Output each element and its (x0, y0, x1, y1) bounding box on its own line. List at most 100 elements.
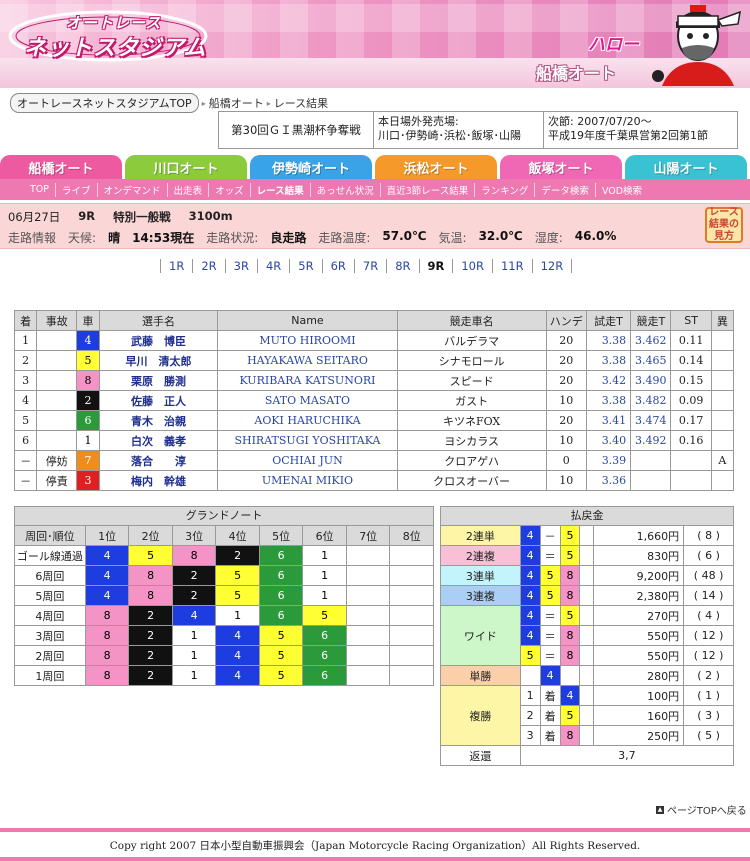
race-link-7R[interactable]: 7R (353, 259, 386, 273)
tab-venue-5[interactable]: 飯塚オート (500, 155, 622, 179)
rider-name-english[interactable]: SATO MASATO (217, 390, 398, 411)
handicap: 20 (545, 330, 587, 351)
breadcrumb-separator-icon: ▸ (201, 98, 206, 108)
venue-title: 船橋オート (536, 64, 617, 83)
arrow-up-icon: ▲ (656, 805, 664, 814)
lap-position-car: 6 (302, 665, 347, 686)
results-guide-button[interactable]: レース結果の見方 (705, 207, 743, 243)
next-meet-name: 平成19年度千葉県営第2回第1節 (548, 129, 708, 142)
subnav-item-10[interactable]: データ検索 (534, 182, 595, 197)
rider-name-english[interactable]: MUTO HIROOMI (217, 330, 398, 351)
rider-name-english[interactable]: UMENAI MIKIO (217, 470, 398, 491)
back-to-top-link[interactable]: ▲ ページTOPへ戻る (656, 802, 747, 817)
payout-car: 4 (519, 625, 541, 646)
race-link-5R[interactable]: 5R (289, 259, 321, 273)
car-number-badge: 5 (76, 350, 100, 371)
rider-name-link[interactable]: 佐藤 正人 (98, 390, 219, 411)
rider-name-link[interactable]: 早川 清太郎 (98, 350, 219, 371)
tab-venue-1[interactable]: 船橋オート (0, 155, 122, 179)
lap-position-car: 1 (171, 625, 217, 646)
empty-cell (579, 645, 595, 666)
rider-name-english[interactable]: AOKI HARUCHIKA (217, 410, 398, 431)
rider-name-link[interactable]: 武藤 博臣 (98, 330, 219, 351)
breadcrumb-current: レース結果 (273, 97, 329, 110)
subnav-item-5[interactable]: オッズ (208, 182, 250, 197)
lap-position-car: 1 (171, 665, 217, 686)
payout-amount: 2,380円 (593, 585, 685, 606)
tab-venue-2[interactable]: 川口オート (125, 155, 247, 179)
lap-position-car: 1 (302, 565, 347, 586)
rider-name-english[interactable]: HAYAKAWA SEITARO (217, 350, 398, 371)
payout-car: 8 (559, 565, 581, 586)
empty-cell (559, 665, 581, 686)
popularity: ( 14 ) (683, 585, 734, 606)
place-rank: 1 (519, 685, 541, 706)
subnav-item-4[interactable]: 出走表 (166, 182, 209, 197)
site-header: オートレース ネットスタジアム ハロー 船橋オート (0, 0, 750, 88)
subnav-item-3[interactable]: オンデマンド (96, 182, 167, 197)
race-link-10R[interactable]: 10R (452, 259, 492, 273)
rider-name-link[interactable]: 落合 淳 (98, 450, 219, 471)
race-link-12R[interactable]: 12R (531, 259, 573, 273)
rider-name-link[interactable]: 白次 義孝 (98, 430, 219, 451)
race-link-4R[interactable]: 4R (256, 259, 289, 273)
grand-note-col-header: 8位 (389, 525, 434, 546)
rider-name-link[interactable]: 青木 治親 (98, 410, 219, 431)
subnav-item-2[interactable]: ライブ (55, 182, 97, 197)
handicap: 0 (545, 450, 587, 471)
lap-position-car: 1 (215, 605, 260, 626)
subnav-item-7[interactable]: あっせん状況 (309, 182, 380, 197)
race-date: 06月27日 (8, 210, 61, 224)
race-link-9R[interactable]: 9R (418, 259, 453, 273)
place-rank: 2 (519, 705, 541, 726)
race-link-8R[interactable]: 8R (386, 259, 418, 273)
bet-symbol: ＝ (539, 625, 561, 646)
breadcrumb-top-link[interactable]: オートレースネットスタジアムTOP (10, 93, 199, 113)
lap-label: 3周回 (14, 625, 86, 646)
lap-position-car: 1 (171, 645, 217, 666)
results-table: 着事故車選手名 Name 競走車名 ハンデ 試走T 競走T ST 異 1 4 武藤 博臣 MUTO … (13, 310, 735, 491)
handicap: 10 (545, 390, 587, 411)
quinella-label: 2連複 (440, 545, 521, 566)
payout-car: 8 (559, 725, 581, 746)
race-link-1R[interactable]: 1R (160, 259, 192, 273)
rider-name-link[interactable]: 梅内 幹雄 (98, 470, 219, 491)
race-link-11R[interactable]: 11R (491, 259, 532, 273)
abnormal-code (710, 430, 735, 451)
start-timing (670, 450, 712, 471)
tab-venue-4[interactable]: 浜松オート (375, 155, 497, 179)
payout-amount: 280円 (593, 665, 685, 686)
subnav-item-6[interactable]: レース結果 (249, 182, 310, 197)
lap-position-car: 6 (258, 585, 304, 606)
breadcrumb-venue-link[interactable]: 船橋オート (209, 95, 264, 111)
lap-position-car: 5 (258, 665, 304, 686)
trial-time: 3.38 (585, 390, 632, 411)
lap-label: ゴール線通過 (14, 545, 86, 566)
table-row: －停責 3 梅内 幹雄 UMENAI MIKIO クロスオーバー 10 3.36 (13, 470, 735, 491)
results-col-header: 選手名 (98, 310, 219, 331)
tab-venue-6[interactable]: 山陽オート (625, 155, 747, 179)
lap-position-car: 2 (171, 565, 217, 586)
rider-name-link[interactable]: 栗原 勝測 (98, 370, 219, 391)
subnav-item-1[interactable]: TOP (24, 184, 55, 195)
race-link-2R[interactable]: 2R (192, 259, 224, 273)
race-link-6R[interactable]: 6R (321, 259, 354, 273)
site-logo[interactable]: オートレース ネットスタジアム (8, 6, 208, 62)
rider-name-english[interactable]: SHIRATSUGI YOSHITAKA (217, 430, 398, 451)
subnav-item-11[interactable]: VOD検索 (594, 182, 648, 197)
rider-name-english[interactable]: OCHIAI JUN (217, 450, 398, 471)
accident-code (36, 370, 78, 391)
abnormal-code: A (710, 450, 735, 471)
subnav-item-9[interactable]: ランキング (474, 182, 534, 197)
tab-venue-3[interactable]: 伊勢崎オート (250, 155, 372, 179)
air-temp-value: 32.0℃ (478, 229, 523, 243)
payout-car: 5 (559, 705, 581, 726)
start-timing: 0.14 (670, 350, 712, 371)
rider-name-english[interactable]: KURIBARA KATSUNORI (217, 370, 398, 391)
subnav-item-8[interactable]: 直近3節レース結果 (379, 182, 475, 197)
popularity: ( 48 ) (683, 565, 734, 586)
payout-amount: 160円 (593, 705, 685, 726)
empty-cell (579, 545, 595, 566)
race-link-3R[interactable]: 3R (224, 259, 257, 273)
offsite-venues-list: 川口･伊勢崎･浜松･飯塚･山陽 (378, 129, 521, 142)
